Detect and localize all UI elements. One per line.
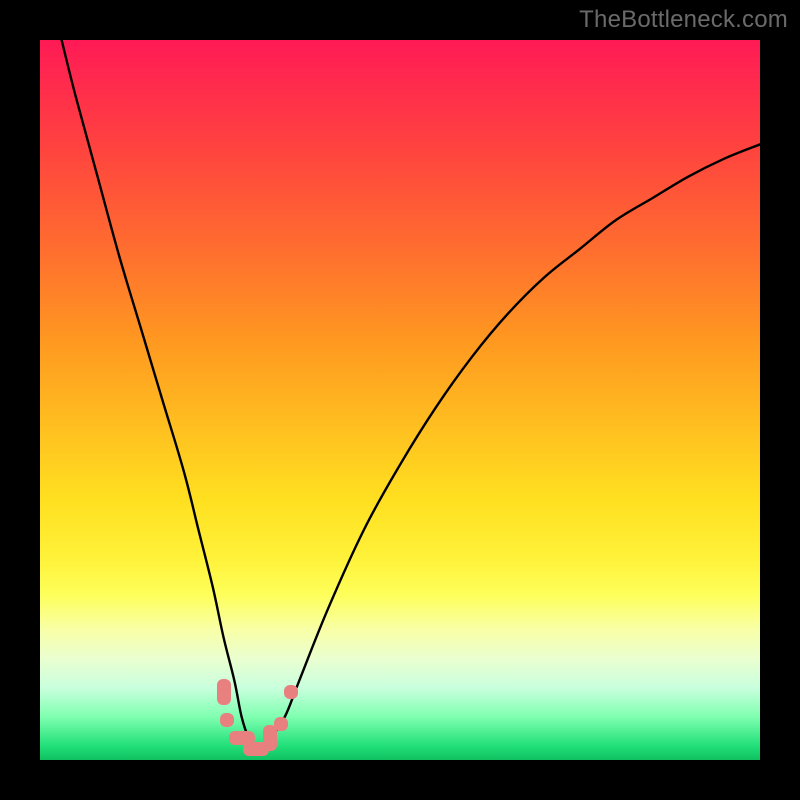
- watermark-text: TheBottleneck.com: [579, 6, 788, 34]
- data-marker: [284, 685, 298, 699]
- chart-frame: TheBottleneck.com: [0, 0, 800, 800]
- bottleneck-curve: [40, 40, 760, 760]
- curve-path: [62, 40, 760, 751]
- data-marker: [220, 713, 234, 727]
- data-marker: [274, 717, 288, 731]
- data-marker: [217, 679, 231, 705]
- plot-area: [40, 40, 760, 760]
